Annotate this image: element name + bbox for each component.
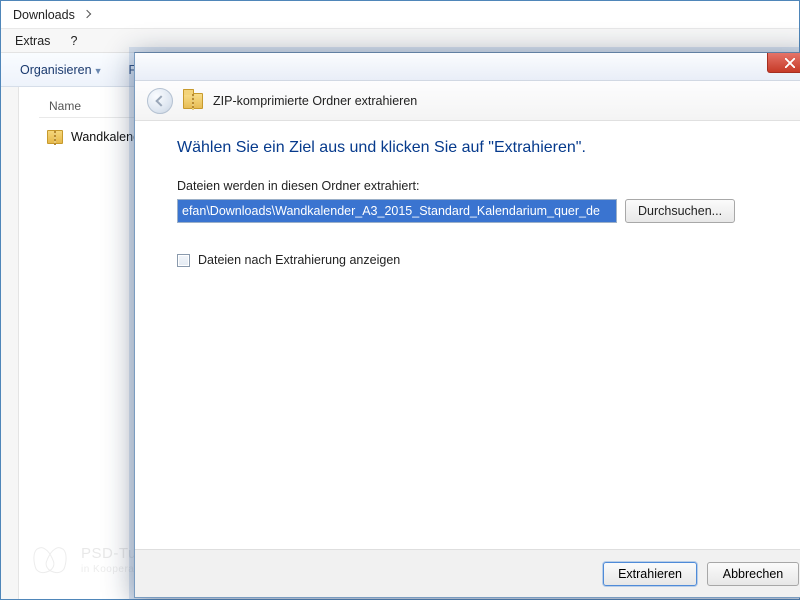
zip-file-icon	[47, 130, 63, 144]
zip-folder-icon	[183, 93, 203, 109]
browse-button[interactable]: Durchsuchen...	[625, 199, 735, 223]
extract-button[interactable]: Extrahieren	[603, 562, 697, 586]
destination-label: Dateien werden in diesen Ordner extrahie…	[177, 179, 781, 193]
dialog-footer: Extrahieren Abbrechen	[135, 549, 800, 597]
dialog-titlebar[interactable]	[135, 53, 800, 81]
chevron-down-icon: ▼	[94, 66, 103, 76]
menu-extras[interactable]: Extras	[11, 32, 54, 50]
cancel-button[interactable]: Abbrechen	[707, 562, 799, 586]
menu-help[interactable]: ?	[66, 32, 81, 50]
extract-dialog: ZIP-komprimierte Ordner extrahieren Wähl…	[134, 52, 800, 598]
dialog-header-title: ZIP-komprimierte Ordner extrahieren	[213, 94, 417, 108]
dialog-header: ZIP-komprimierte Ordner extrahieren	[135, 81, 800, 121]
show-files-checkbox-row[interactable]: Dateien nach Extrahierung anzeigen	[177, 253, 781, 267]
destination-path-input[interactable]: efan\Downloads\Wandkalender_A3_2015_Stan…	[177, 199, 617, 223]
checkbox-label: Dateien nach Extrahierung anzeigen	[198, 253, 400, 267]
butterfly-icon	[31, 541, 69, 575]
toolbar-organize[interactable]: Organisieren▼	[11, 59, 112, 81]
back-button[interactable]	[147, 88, 173, 114]
address-bar[interactable]: Downloads	[1, 1, 799, 29]
checkbox-icon[interactable]	[177, 254, 190, 267]
menu-bar: Extras ?	[1, 29, 799, 53]
close-button[interactable]	[767, 53, 800, 73]
chevron-right-icon	[81, 9, 93, 21]
explorer-nav-pane[interactable]	[1, 87, 19, 599]
breadcrumb-item[interactable]: Downloads	[7, 6, 81, 24]
dialog-heading: Wählen Sie ein Ziel aus und klicken Sie …	[177, 139, 781, 157]
